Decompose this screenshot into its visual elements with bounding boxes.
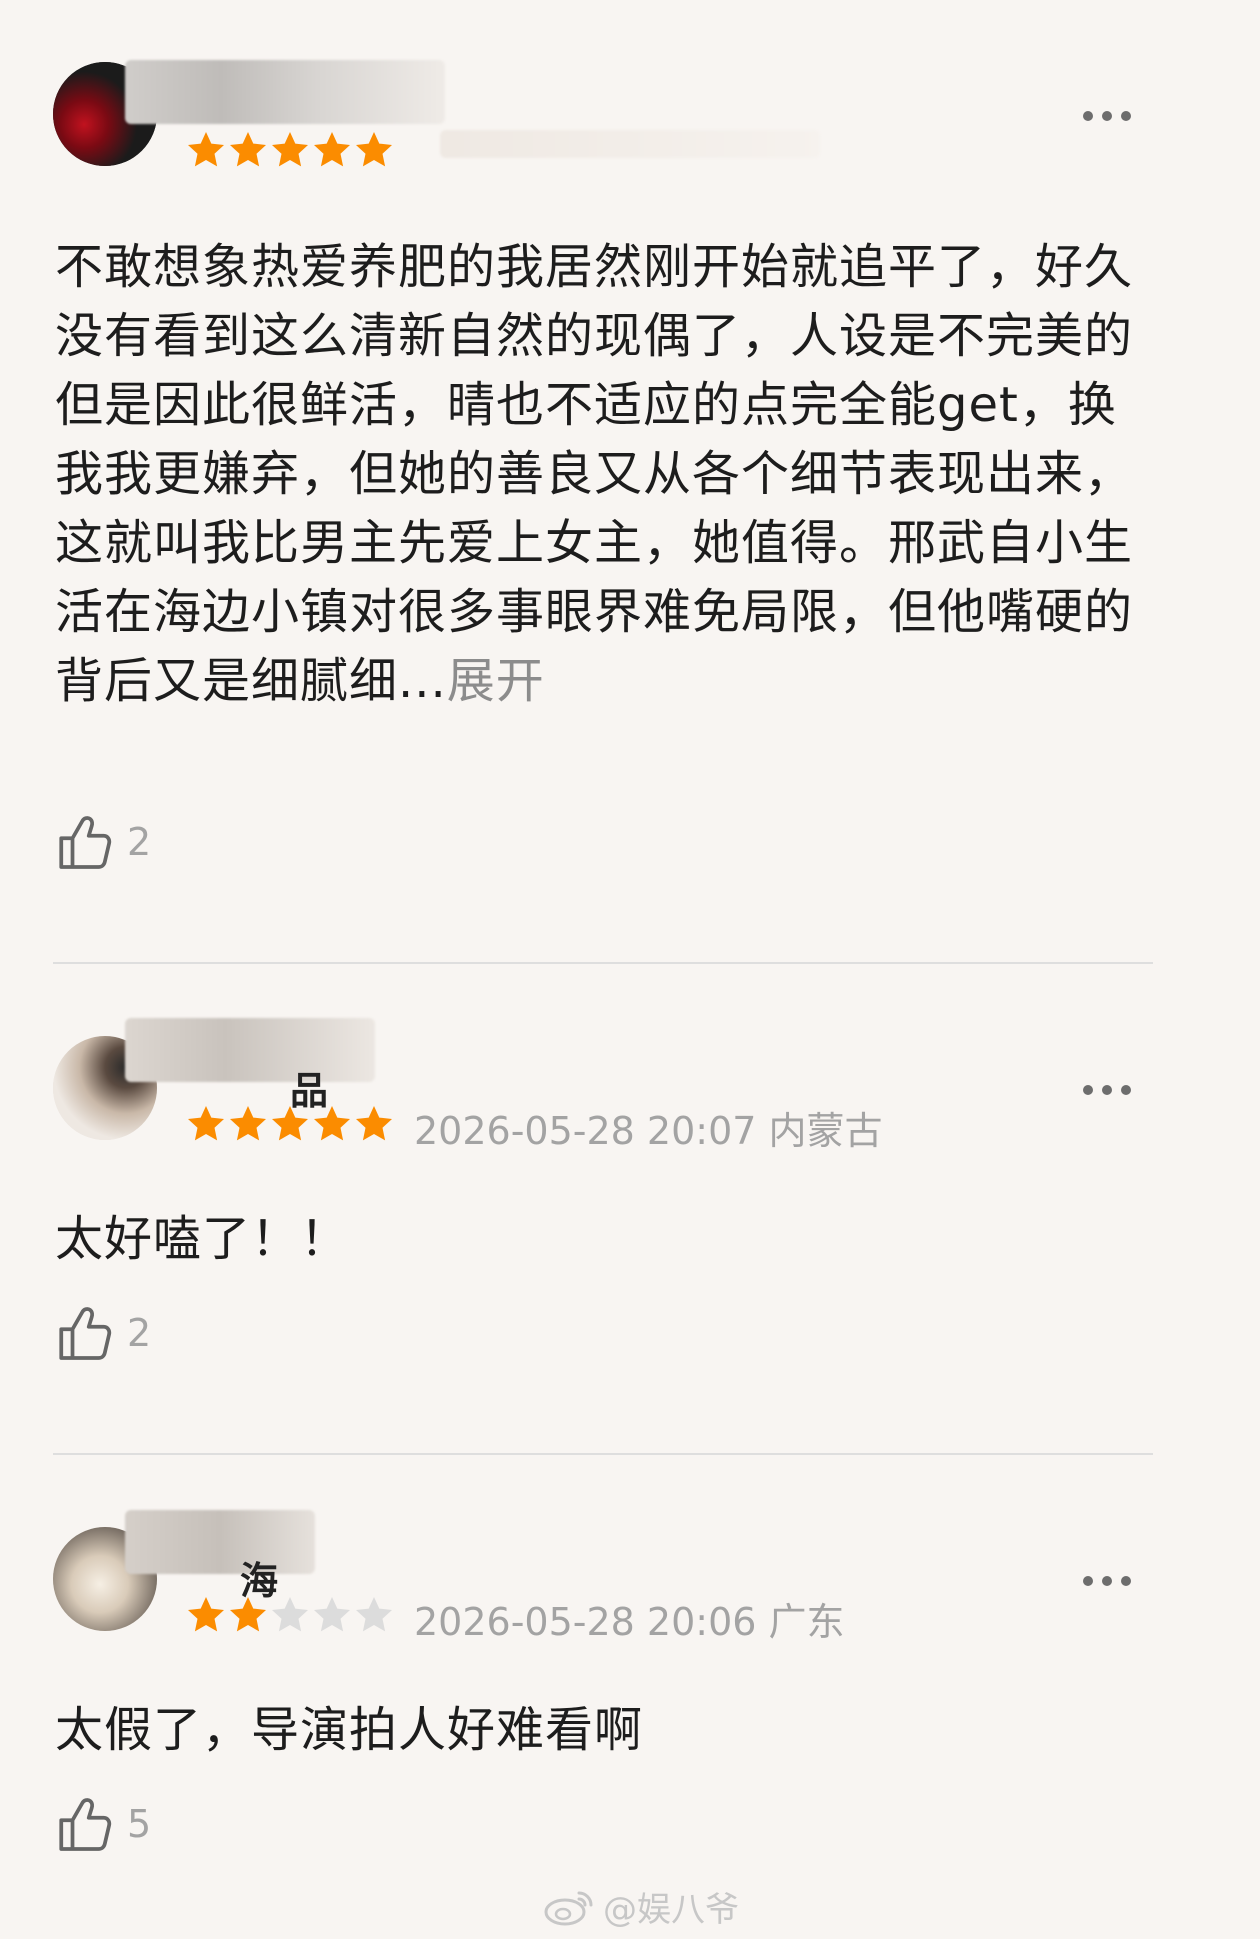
like-button[interactable]: 2 [55,1303,151,1363]
expand-link[interactable]: 展开 [447,653,545,709]
review-content: 太好嗑了！！ [55,1211,350,1267]
star-icon [272,1597,308,1632]
like-count: 5 [127,1802,152,1846]
review-content: 不敢想象热爱养肥的我居然刚开始就追平了，好久没有看到这么清新自然的现偶了，人设是… [55,239,1134,709]
divider [53,962,1153,964]
star-icon [230,1597,266,1632]
star-icon [314,1597,350,1632]
thumbs-up-icon [59,1798,112,1851]
username-redacted [125,60,445,124]
rating-stars [186,1104,394,1144]
star-icon [230,132,266,167]
watermark-text: @娱八爷 [603,1890,739,1930]
star-icon [356,1106,392,1141]
like-button[interactable]: 2 [55,812,151,872]
star-icon [314,1106,350,1141]
more-dots-icon [1083,1085,1093,1095]
review-meta: 2026-05-28 20:06 广东 [414,1600,845,1644]
star-icon [356,1597,392,1632]
star-icon [272,132,308,167]
star-icon [356,132,392,167]
more-options-button[interactable] [1083,1085,1131,1095]
username-redacted [440,130,820,158]
divider [53,1453,1153,1455]
rating-stars [186,1595,394,1635]
star-icon [230,1106,266,1141]
like-count: 2 [127,1311,152,1355]
star-icon [188,1106,224,1141]
more-options-button[interactable] [1083,111,1131,121]
star-icon [314,132,350,167]
review-meta: 2026-05-28 20:07 内蒙古 [414,1109,883,1153]
more-dots-icon [1083,1576,1093,1586]
like-button[interactable]: 5 [55,1794,151,1854]
star-icon [272,1106,308,1141]
watermark: @娱八爷 [543,1882,739,1931]
weibo-icon [544,1891,593,1925]
thumbs-up-icon [59,1307,112,1360]
username-redacted [125,1510,315,1574]
username-redacted [125,1018,375,1082]
more-dots-icon [1083,111,1093,121]
star-icon [188,132,224,167]
star-icon [188,1597,224,1632]
review-content: 太假了，导演拍人好难看啊 [55,1702,644,1758]
thumbs-up-icon [59,816,112,869]
rating-stars [186,130,394,170]
like-count: 2 [127,820,152,864]
more-options-button[interactable] [1083,1576,1131,1586]
